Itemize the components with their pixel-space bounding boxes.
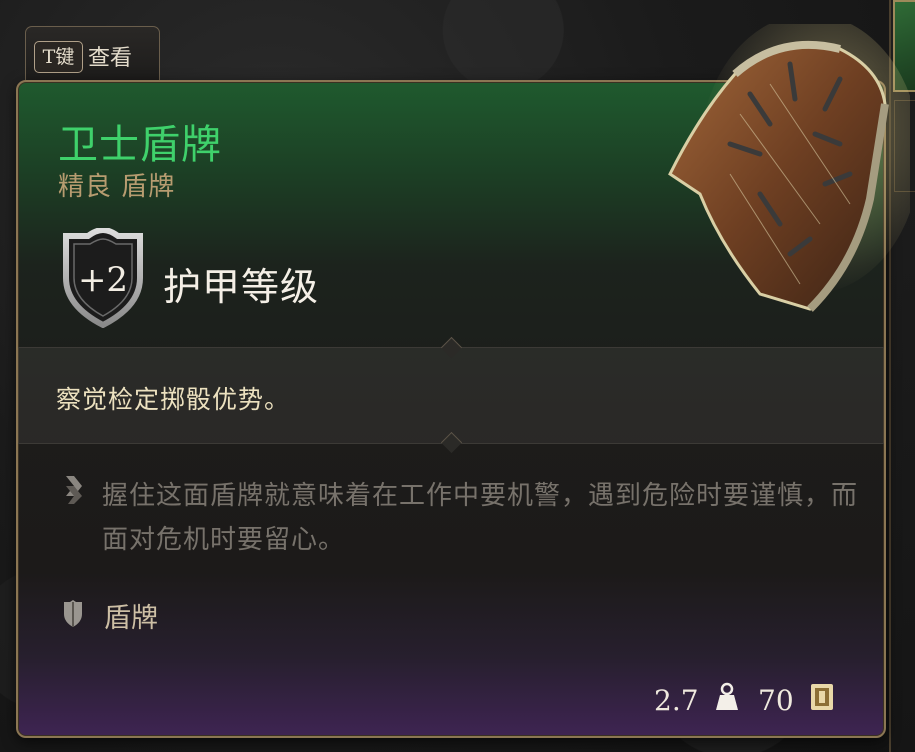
shield-category-icon xyxy=(64,600,82,627)
examine-label: 查看 xyxy=(88,46,133,71)
t-key-icon: T键 xyxy=(34,41,83,73)
item-name: 卫士盾牌 xyxy=(58,122,222,168)
item-category: 盾牌 xyxy=(104,603,158,634)
guardian-shield-item-image xyxy=(668,24,910,312)
item-lore: 握住这面盾牌就意味着在工作中要机警，遇到危险时要谨慎，而面对危机时要留心。 xyxy=(102,481,859,555)
armor-class-value: +2 xyxy=(77,260,129,300)
item-price: 70 xyxy=(758,684,794,717)
gold-coin-icon xyxy=(811,684,833,710)
item-rarity-type: 精良 盾牌 xyxy=(58,172,176,202)
tooltip-footer xyxy=(18,658,884,736)
item-weight: 2.7 xyxy=(654,684,699,717)
scroll-icon xyxy=(66,476,82,504)
examine-hint-tab[interactable]: T键 查看 xyxy=(25,26,160,85)
armor-class-label: 护甲等级 xyxy=(163,265,320,309)
item-effect: 察觉检定掷骰优势。 xyxy=(56,385,291,414)
weight-icon xyxy=(716,682,738,710)
